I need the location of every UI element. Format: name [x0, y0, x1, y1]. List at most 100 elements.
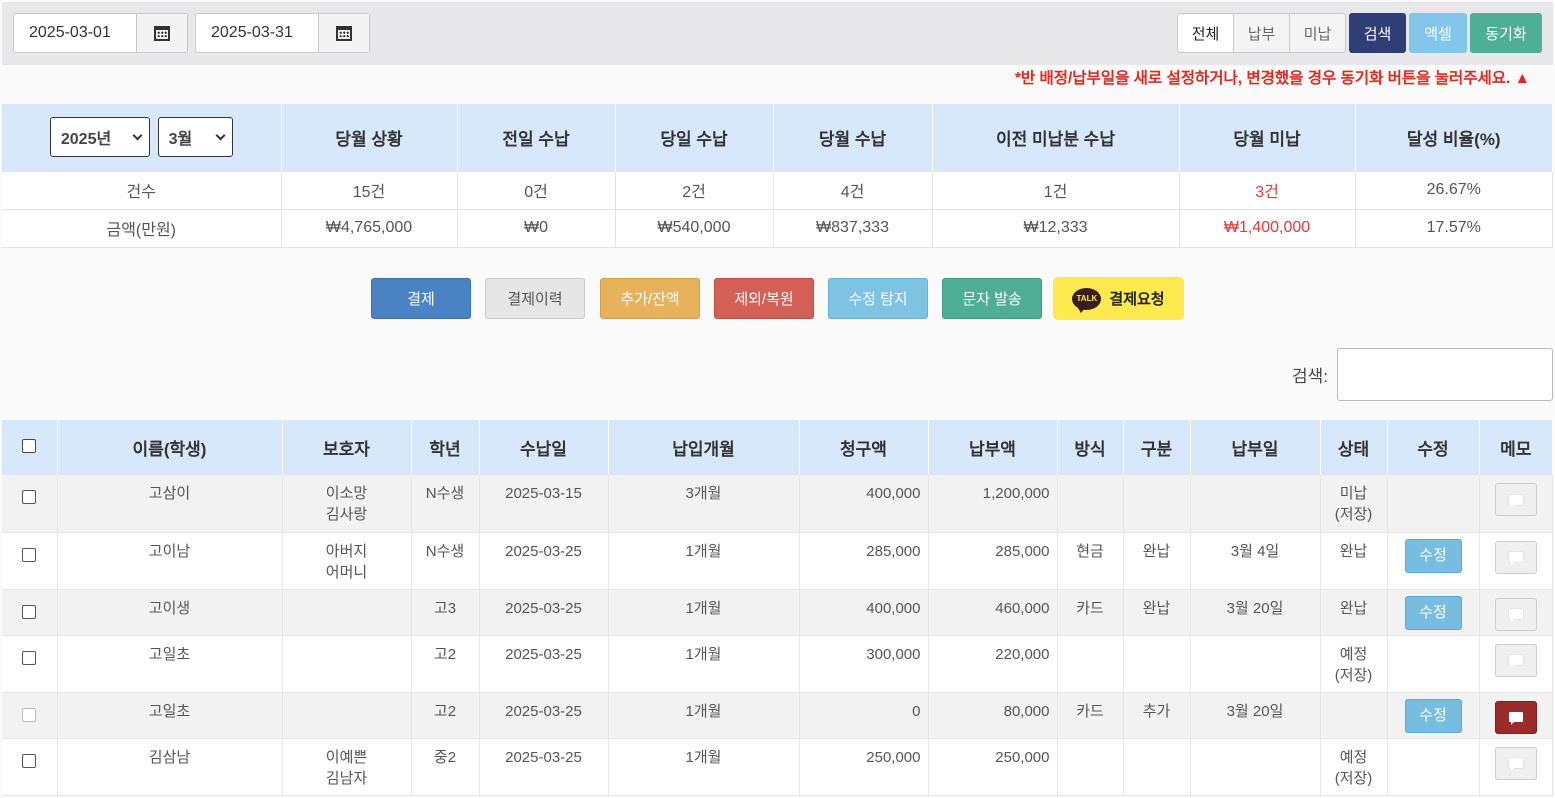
column-header[interactable]: 수정: [1387, 420, 1480, 475]
select-all-header: [2, 420, 58, 475]
exclude-restore-button[interactable]: 제외/복원: [714, 278, 814, 319]
chevron-down-icon: [215, 130, 226, 141]
send-sms-button[interactable]: 문자 발송: [942, 278, 1042, 319]
kakao-pay-request-button[interactable]: TALK 결제요청: [1053, 277, 1184, 320]
add-balance-button[interactable]: 추가/잔액: [600, 278, 700, 319]
column-header[interactable]: 수납일: [479, 420, 609, 475]
grade-cell: 고2: [411, 692, 480, 739]
memo-button[interactable]: [1494, 597, 1537, 631]
memo-cell: [1479, 635, 1553, 693]
month-select[interactable]: 3월: [157, 117, 233, 158]
memo-cell: [1479, 738, 1553, 796]
end-date-picker: 2025-03-31: [195, 13, 370, 53]
column-header[interactable]: 보호자: [282, 420, 412, 475]
edit-button[interactable]: 수정: [1404, 538, 1462, 573]
type-cell: 완납: [1123, 589, 1191, 636]
pay-day-cell: 3월 4일: [1190, 532, 1321, 590]
method-cell: [1057, 475, 1124, 533]
payment-date-cell: 2025-03-25: [479, 589, 609, 636]
months-cell: 1개월: [608, 738, 800, 796]
summary-header: 당월 미납: [1179, 104, 1356, 171]
filter-paid-button[interactable]: 납부: [1234, 13, 1290, 53]
summary-count-row: 건수 15건 0건 2건 4건 1건 3건 26.67%: [2, 170, 1553, 209]
select-all-checkbox[interactable]: [22, 438, 37, 453]
payment-history-button[interactable]: 결제이력: [485, 278, 585, 319]
row-select-cell: [2, 692, 58, 739]
start-date-field[interactable]: 2025-03-01: [14, 14, 136, 52]
summary-header: 전일 수납: [457, 104, 616, 171]
excel-button[interactable]: 액셀: [1409, 13, 1467, 53]
column-header[interactable]: 방식: [1057, 420, 1124, 475]
type-cell: 추가: [1123, 692, 1191, 739]
column-header[interactable]: 납입개월: [608, 420, 800, 475]
comment-icon: [1508, 552, 1523, 565]
row-checkbox[interactable]: [22, 604, 37, 619]
row-checkbox[interactable]: [22, 650, 37, 665]
pay-day-cell: [1190, 635, 1321, 693]
row-select-cell: [2, 738, 58, 796]
edit-detect-button[interactable]: 수정 탐지: [828, 278, 928, 319]
memo-button[interactable]: [1494, 746, 1537, 780]
pay-button[interactable]: 결제: [371, 278, 471, 319]
end-date-calendar-button[interactable]: [318, 14, 369, 52]
table-row: 고삼이 이소망 김사랑 N수생 2025-03-15 3개월 400,000 1,200,00…: [2, 475, 1553, 533]
status-cell: [1320, 692, 1388, 739]
column-header[interactable]: 상태: [1320, 420, 1388, 475]
row-checkbox[interactable]: [22, 753, 37, 768]
memo-button[interactable]: [1494, 643, 1537, 677]
column-header[interactable]: 이름(학생): [57, 420, 283, 475]
sync-button[interactable]: 동기화: [1470, 13, 1542, 53]
start-date-calendar-button[interactable]: [136, 14, 187, 52]
table-search-input[interactable]: [1337, 348, 1553, 401]
summary-cell: 17.57%: [1355, 208, 1553, 248]
guardian-name: 아버지: [325, 542, 368, 560]
memo-button[interactable]: [1494, 483, 1537, 516]
method-cell: 카드: [1057, 589, 1124, 636]
type-cell: 완납: [1123, 532, 1191, 590]
column-header[interactable]: 청구액: [799, 420, 929, 475]
row-select-cell: [2, 532, 58, 590]
summary-cell: 26.67%: [1355, 170, 1553, 209]
memo-button[interactable]: [1494, 540, 1537, 574]
year-select[interactable]: 2025년: [49, 117, 150, 158]
column-header[interactable]: 구분: [1123, 420, 1191, 475]
paid-amount-cell: 220,000: [928, 635, 1058, 693]
memo-button[interactable]: [1494, 700, 1537, 734]
table-row: 고일초 고2 2025-03-25 1개월 300,000 220,000 예정 (저장): [2, 635, 1553, 693]
row-select-cell: [2, 589, 58, 636]
billed-amount-cell: 400,000: [799, 589, 929, 636]
column-header[interactable]: 학년: [411, 420, 480, 475]
pay-day-cell: [1190, 475, 1321, 533]
toolbar: 2025-03-01 2025-03-31 전체 납부 미납 검색 액셀 동기화: [2, 2, 1553, 65]
table-row: 김삼남 이예쁜 김남자 중2 2025-03-25 1개월 250,000 250,000 예정…: [2, 738, 1553, 796]
filter-all-button[interactable]: 전체: [1177, 13, 1234, 53]
student-name-cell: 고일초: [57, 635, 283, 693]
edit-button[interactable]: 수정: [1404, 698, 1462, 733]
filter-unpaid-button[interactable]: 미납: [1290, 13, 1346, 53]
summary-amount-row: 금액(만원) ₩4,765,000 ₩0 ₩540,000 ₩837,333 ₩…: [2, 208, 1553, 248]
comment-icon: [1508, 609, 1523, 622]
year-select-value: 2025년: [60, 131, 112, 149]
column-header[interactable]: 납부액: [928, 420, 1058, 475]
edit-cell: [1387, 475, 1480, 533]
status-text: (저장): [1334, 666, 1373, 684]
status-text: (저장): [1334, 769, 1373, 787]
column-header[interactable]: 메모: [1479, 420, 1553, 475]
pay-day-cell: [1190, 738, 1321, 796]
column-header[interactable]: 납부일: [1190, 420, 1321, 475]
row-checkbox[interactable]: [22, 490, 37, 504]
summary-cell: 1건: [932, 170, 1180, 209]
student-name-cell: 김삼남: [57, 738, 283, 796]
search-button[interactable]: 검색: [1349, 13, 1406, 53]
row-checkbox[interactable]: [22, 547, 37, 562]
guardian-name: 김남자: [325, 769, 368, 787]
student-name-cell: 고삼이: [57, 475, 283, 533]
end-date-field[interactable]: 2025-03-31: [196, 14, 318, 52]
guardian-cell: [282, 589, 412, 636]
summary-header: 당일 수납: [615, 104, 774, 171]
edit-button[interactable]: 수정: [1404, 595, 1462, 630]
summary-cell: 4건: [773, 170, 933, 209]
guardian-cell: [282, 635, 412, 693]
student-name-cell: 고일초: [57, 692, 283, 739]
payment-date-cell: 2025-03-15: [479, 475, 609, 533]
